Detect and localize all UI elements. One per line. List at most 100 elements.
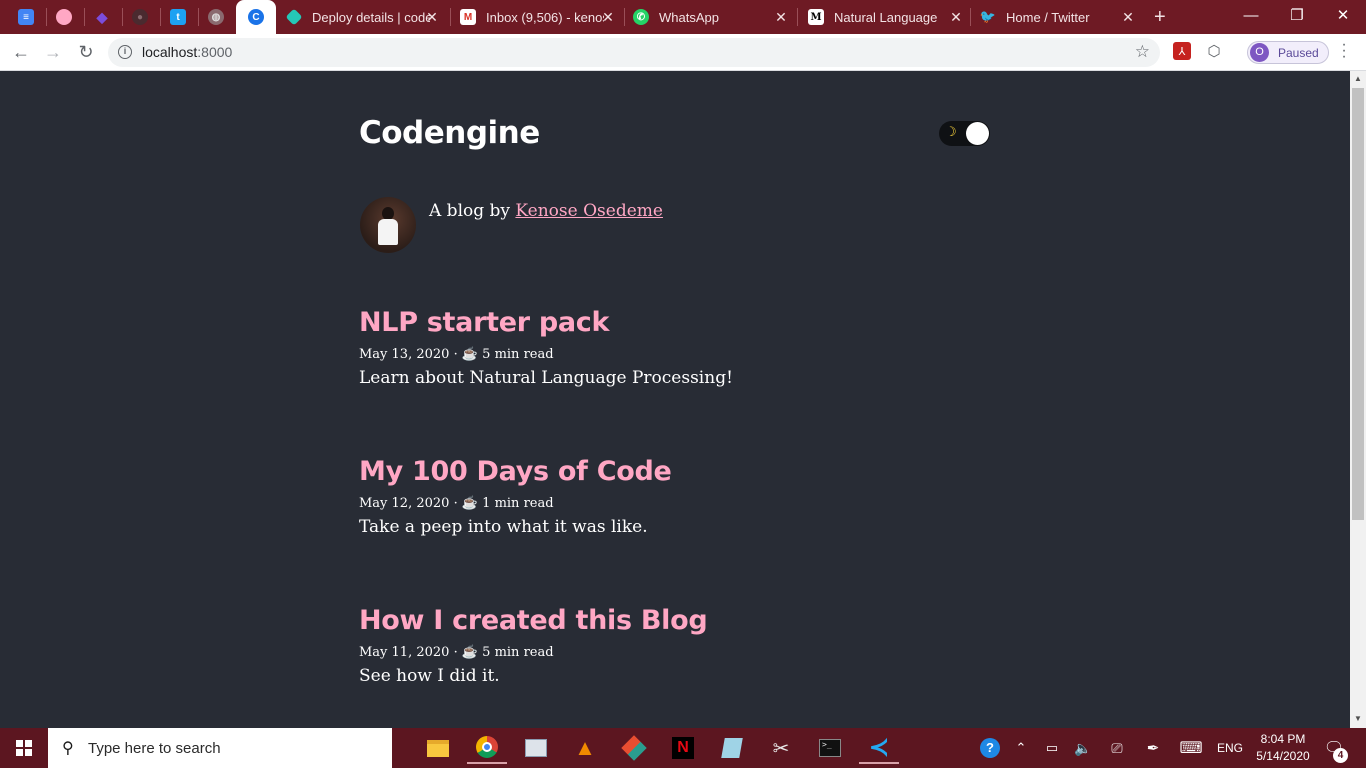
close-icon[interactable]: ✕: [948, 9, 964, 26]
notification-count-badge: 4: [1333, 748, 1348, 763]
post-title-link[interactable]: My 100 Days of Code: [359, 456, 672, 487]
terminal-button[interactable]: >_: [810, 732, 850, 764]
tab-netlify[interactable]: Deploy details | code ✕: [284, 0, 448, 34]
page-scrollbar[interactable]: ▲ ▼: [1350, 71, 1366, 728]
tab-separator: [970, 8, 971, 26]
keyboard-tray-icon[interactable]: ⌨: [1178, 728, 1204, 768]
github-icon: ●: [132, 9, 148, 25]
tab-title: Natural Language Pr: [834, 9, 942, 25]
reload-button[interactable]: ↻: [73, 40, 99, 64]
tab-separator: [624, 8, 625, 26]
tab-separator: [450, 8, 451, 26]
more-menu-icon[interactable]: · · ·: [1338, 37, 1350, 65]
language-indicator[interactable]: ENG: [1214, 728, 1246, 768]
snipping-tool-button[interactable]: ✂: [761, 732, 801, 764]
search-placeholder: Type here to search: [88, 740, 221, 757]
post-item: How I created this Blog May 11, 2020 · ☕…: [359, 605, 708, 686]
tab-title: Inbox (9,506) - kenose: [486, 9, 604, 25]
author-link[interactable]: Kenose Osedeme: [515, 201, 663, 221]
bookmark-star-icon[interactable]: ☆: [1135, 42, 1150, 62]
restore-button[interactable]: ❐: [1274, 0, 1320, 30]
new-tab-button[interactable]: +: [1154, 0, 1176, 34]
tab-twitter[interactable]: 🐦 Home / Twitter ✕: [980, 0, 1144, 34]
tab-title: Deploy details | code: [312, 9, 430, 25]
pen-tray-icon[interactable]: ✒: [1142, 728, 1164, 768]
minimize-icon: —: [1243, 6, 1259, 24]
chrome-taskbar-button[interactable]: [467, 732, 507, 764]
diamond-icon: ◆: [96, 8, 108, 25]
scroll-down-icon[interactable]: ▼: [1354, 714, 1362, 723]
post-excerpt: See how I did it.: [359, 666, 500, 686]
tab-separator: [84, 8, 85, 26]
scroll-up-icon[interactable]: ▲: [1354, 74, 1362, 83]
globe-icon: ◍: [208, 9, 224, 25]
pinned-tab-github[interactable]: ●: [132, 0, 152, 34]
post-title-link[interactable]: NLP starter pack: [359, 307, 733, 338]
help-tray-icon[interactable]: ?: [978, 728, 1002, 768]
notes-app-button[interactable]: [712, 732, 752, 764]
chevron-up-icon: ⌃: [1015, 740, 1027, 755]
close-icon[interactable]: ✕: [773, 9, 789, 26]
post-meta: May 13, 2020 · ☕ 5 min read: [359, 347, 554, 362]
file-explorer-button[interactable]: [418, 732, 458, 764]
post-title-link[interactable]: How I created this Blog: [359, 605, 708, 636]
twitter-icon: t: [170, 9, 186, 25]
active-tab-codengine[interactable]: C: [236, 0, 276, 34]
author-bio: A blog by Kenose Osedeme: [429, 201, 663, 221]
url-host: localhost: [142, 44, 198, 60]
tab-separator: [160, 8, 161, 26]
restore-icon: ❐: [1290, 7, 1304, 24]
hexagon-extension-icon[interactable]: ⬡: [1205, 42, 1223, 60]
close-icon[interactable]: ✕: [424, 9, 440, 26]
vlc-button[interactable]: ▲: [565, 732, 605, 764]
tab-title: WhatsApp: [659, 9, 719, 25]
scissors-icon: ✂: [772, 737, 790, 760]
dark-mode-toggle[interactable]: ☽: [939, 121, 990, 146]
pinned-tab-purple[interactable]: ◆: [94, 0, 114, 34]
info-icon[interactable]: i: [118, 45, 132, 59]
arrow-left-icon: ←: [12, 41, 30, 62]
pinned-tab-twitter[interactable]: t: [170, 0, 190, 34]
netlify-icon: [285, 8, 303, 26]
chrome-icon: [476, 736, 498, 758]
photos-app-button[interactable]: [516, 732, 556, 764]
url-port: :8000: [197, 44, 233, 60]
scrollbar-thumb[interactable]: [1352, 88, 1364, 520]
blog-title[interactable]: Codengine: [359, 115, 540, 151]
close-window-button[interactable]: ✕: [1320, 0, 1366, 30]
git-app-button[interactable]: [614, 732, 654, 764]
back-button[interactable]: ←: [8, 40, 34, 64]
netflix-button[interactable]: N: [663, 732, 703, 764]
network-tray-icon[interactable]: ⎚: [1106, 728, 1128, 768]
battery-tray-icon[interactable]: ▭: [1042, 728, 1062, 768]
pinned-tab-docs[interactable]: ≡: [18, 0, 38, 34]
tab-gmail[interactable]: M Inbox (9,506) - kenose ✕: [460, 0, 624, 34]
moon-icon: ☽: [945, 124, 957, 139]
profile-button[interactable]: O Paused: [1247, 41, 1329, 64]
pinned-tab-pink[interactable]: [56, 0, 76, 34]
acrobat-extension-icon[interactable]: ⅄: [1173, 42, 1191, 60]
coffee-icon: ☕: [461, 645, 479, 660]
minimize-button[interactable]: —: [1228, 0, 1274, 30]
close-icon[interactable]: ✕: [600, 9, 616, 26]
tab-medium[interactable]: M Natural Language Pr ✕: [808, 0, 972, 34]
browser-tab-strip: ≡ ◆ ● t ◍ C Deploy details | code ✕ M In…: [0, 0, 1366, 34]
close-icon[interactable]: ✕: [1120, 9, 1136, 26]
post-date: May 12, 2020: [359, 496, 450, 511]
tab-whatsapp[interactable]: ✆ WhatsApp ✕: [633, 0, 797, 34]
vscode-button[interactable]: ≺: [859, 732, 899, 764]
avatar-body: [378, 219, 398, 245]
taskbar-search[interactable]: ⚲ Type here to search: [48, 728, 392, 768]
url-text: localhost:8000: [142, 44, 232, 60]
address-bar[interactable]: i localhost:8000 ☆: [108, 38, 1160, 67]
avatar: O: [1250, 43, 1269, 62]
start-button[interactable]: [0, 728, 48, 768]
pen-icon: ✒: [1146, 740, 1160, 757]
forward-button[interactable]: →: [40, 40, 66, 64]
system-clock[interactable]: 8:04 PM 5/14/2020: [1248, 731, 1318, 765]
show-hidden-icons[interactable]: ⌃: [1012, 728, 1030, 768]
pinned-tab-globe[interactable]: ◍: [208, 0, 228, 34]
codengine-favicon-icon: C: [248, 9, 264, 25]
volume-tray-icon[interactable]: 🔈: [1072, 728, 1094, 768]
windows-taskbar: ⚲ Type here to search ▲ N ✂ >_ ≺ ? ⌃ ▭ 🔈…: [0, 728, 1366, 768]
